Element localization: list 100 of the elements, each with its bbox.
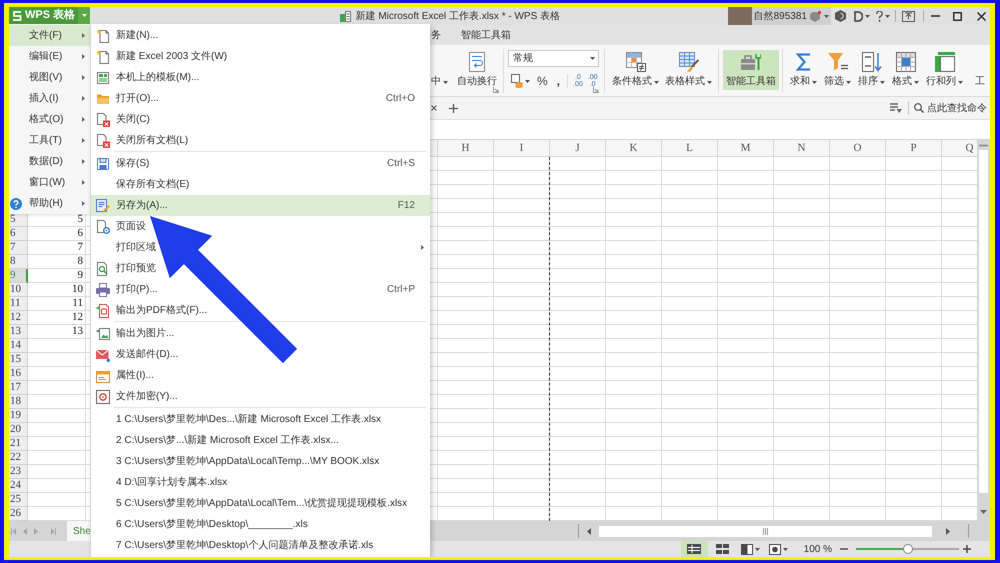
row-header: 8 <box>9 255 28 269</box>
recent-file-item[interactable]: 5 C:\Users\梦里乾坤\AppData\Local\Tem...\优赏提现提现模板.xlsx <box>91 493 430 514</box>
minus-icon[interactable] <box>840 548 848 550</box>
menu-item[interactable]: 另存为(A)... F12 <box>91 195 430 216</box>
row-header: 9 <box>9 269 28 283</box>
ribbon-tab[interactable]: 智能工具箱 <box>460 25 512 45</box>
recent-file-item[interactable]: 4 D:\回享计划专属本.xlsx <box>91 472 430 493</box>
row-header: 25 <box>9 493 28 507</box>
avatar-placeholder <box>728 7 752 25</box>
close-icon[interactable] <box>431 105 437 111</box>
four-squares-icon <box>716 544 729 554</box>
sheet-tab[interactable]: She <box>67 521 90 541</box>
table-cell-text: 8 <box>76 255 84 268</box>
search-icon[interactable] <box>914 103 924 113</box>
ribbon-button[interactable]: 工 <box>973 50 987 90</box>
menu-item[interactable]: 发送邮件(D)... <box>91 344 430 365</box>
command-search-field[interactable]: 点此查找命令 <box>927 100 989 116</box>
ribbon-button[interactable]: 自动换行 <box>455 50 499 90</box>
user-account-button[interactable]: 自然895381 <box>752 7 831 25</box>
menu-item[interactable]: 页面设 <box>91 216 430 237</box>
recent-file-item[interactable]: 6 C:\Users\梦里乾坤\Desktop\________.xls <box>91 514 430 535</box>
currency-button[interactable] <box>511 74 530 88</box>
scroll-right-icon[interactable] <box>946 528 950 534</box>
menu-item[interactable]: 保存所有文档(E) <box>91 174 430 195</box>
recent-file-item[interactable]: 1 C:\Users\梦里乾坤\Des...\新建 Microsoft Excel 工作表.xlsx <box>91 409 430 430</box>
upload-icon[interactable] <box>902 10 915 22</box>
toolbox-icon <box>741 52 761 72</box>
close-icon[interactable] <box>977 12 986 20</box>
grid-icon <box>896 52 916 72</box>
slider-thumb[interactable] <box>902 544 912 554</box>
formula-input-field[interactable] <box>430 120 990 140</box>
caret-icon <box>824 14 829 18</box>
column-header: I <box>494 140 550 157</box>
list-dropdown-icon[interactable] <box>890 103 902 113</box>
comma-style-button[interactable]: , <box>556 74 560 88</box>
caret-icon <box>82 14 87 17</box>
menu-item[interactable]: 窗口(W) <box>9 172 90 193</box>
maximize-icon[interactable] <box>953 12 962 20</box>
menu-item[interactable]: 数据(D) <box>9 151 90 172</box>
scroll-left-icon[interactable] <box>587 528 591 534</box>
help-icon[interactable] <box>876 10 883 22</box>
scroll-down-icon[interactable] <box>980 510 987 514</box>
dialog-launcher-icon[interactable] <box>593 87 599 93</box>
app-menu-button[interactable]: WPS 表格 <box>9 7 90 24</box>
column-header: L <box>662 140 718 157</box>
scrollbar-thumb[interactable] <box>599 526 932 536</box>
ribbon-button[interactable]: 筛选 <box>822 50 853 90</box>
row-header: 17 <box>9 381 28 395</box>
menu-item[interactable]: 编辑(E) <box>9 46 90 67</box>
recent-file-item[interactable]: 7 C:\Users\梦里乾坤\Desktop\个人问题清单及整改承诺.xls <box>91 535 430 556</box>
scrollbar-thumb[interactable] <box>979 150 988 493</box>
ribbon-button[interactable]: 条件格式 <box>610 50 661 90</box>
number-format-dropdown[interactable]: 常规 <box>508 50 599 67</box>
table-cell-text: 5 <box>76 213 84 226</box>
menu-item[interactable]: 工具(T) <box>9 130 90 151</box>
menu-item[interactable]: 帮助(H) <box>9 193 90 214</box>
shortcut-label: Ctrl+O <box>386 92 415 106</box>
page-with-x-icon <box>96 134 110 148</box>
ribbon-button[interactable]: 智能工具箱 <box>723 50 779 90</box>
ribbon-button[interactable]: 求和 <box>788 50 819 90</box>
d-shape-icon[interactable] <box>854 10 863 22</box>
ribbon-tab[interactable]: 务 <box>430 25 442 45</box>
menu-item[interactable]: 打开(O)... Ctrl+O <box>91 88 430 109</box>
menu-item[interactable]: 插入(I) <box>9 88 90 109</box>
recent-file-item[interactable]: 2 C:\Users\梦...\新建 Microsoft Excel 工作表.xlsx... <box>91 430 430 451</box>
ribbon-button[interactable]: 中 <box>430 50 449 90</box>
menu-item[interactable]: 属性(I)... <box>91 365 430 386</box>
ribbon-button[interactable]: 行和列 <box>924 50 965 90</box>
menu-item[interactable]: 格式(O) <box>9 109 90 130</box>
view-button[interactable] <box>680 541 708 557</box>
row-header: 7 <box>9 241 28 255</box>
column-header: K <box>606 140 662 157</box>
row-header: 11 <box>9 297 28 311</box>
ribbon-button[interactable]: 格式 <box>890 50 921 90</box>
ribbon-button[interactable]: 排序 <box>856 50 887 90</box>
ribbon-button[interactable]: 表格样式 <box>663 50 714 90</box>
menu-item[interactable]: 打印区域 <box>91 237 430 258</box>
hexagon-icon[interactable] <box>835 10 846 22</box>
menu-item[interactable]: 新建 Excel 2003 文件(W) <box>91 46 430 67</box>
percent-button[interactable]: % <box>537 74 548 88</box>
recent-file-item[interactable]: 3 C:\Users\梦里乾坤\AppData\Local\Temp...\MY BOOK.xlsx <box>91 451 430 472</box>
menu-item[interactable]: 视图(V) <box>9 67 90 88</box>
menu-item[interactable]: 输出为图片... <box>91 323 430 344</box>
shortcut-label: Ctrl+P <box>386 283 415 297</box>
menu-item[interactable]: 关闭(C) <box>91 109 430 130</box>
logo-icon <box>12 10 22 20</box>
plus-icon[interactable] <box>963 545 971 553</box>
menu-item[interactable]: 文件(F) <box>9 25 90 46</box>
menu-item[interactable]: 关闭所有文档(L) <box>91 130 430 151</box>
minimize-icon[interactable] <box>931 15 940 17</box>
menu-item[interactable]: 本机上的模板(M)... <box>91 67 430 88</box>
menu-item[interactable]: 新建(N)... <box>91 25 430 46</box>
grid-page-icon <box>96 70 110 84</box>
menu-item[interactable]: 文件加密(Y)... <box>91 386 430 407</box>
dialog-launcher-icon[interactable] <box>493 87 499 93</box>
split-handle-icon[interactable] <box>979 144 988 147</box>
zoom-slider[interactable] <box>856 544 959 554</box>
plus-icon[interactable] <box>449 104 458 112</box>
menu-item[interactable]: 保存(S) Ctrl+S <box>91 153 430 174</box>
shortcut-label: Ctrl+S <box>386 157 415 171</box>
